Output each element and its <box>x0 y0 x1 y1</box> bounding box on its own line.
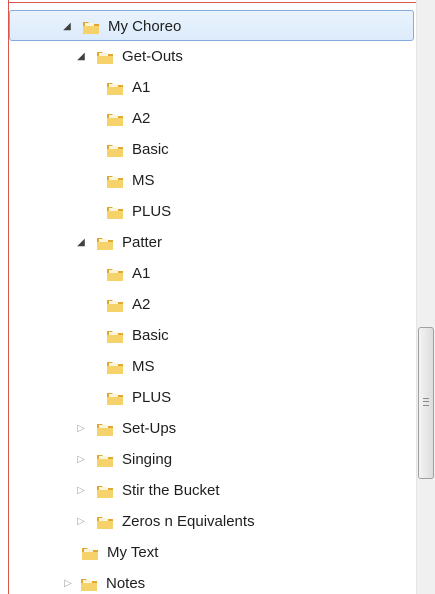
tree-item[interactable]: A2 <box>9 103 416 134</box>
folder-icon <box>95 481 115 501</box>
tree-item[interactable]: A1 <box>9 258 416 289</box>
folder-icon <box>95 450 115 470</box>
tree-item-label: MS <box>132 358 155 375</box>
folder-icon <box>95 512 115 532</box>
tree-item-label: PLUS <box>132 203 172 220</box>
tree-item[interactable]: A2 <box>9 289 416 320</box>
vertical-scrollbar[interactable] <box>416 0 435 594</box>
tree-item-label: Notes <box>106 575 146 592</box>
tree-item-label: MS <box>132 172 155 189</box>
tree-item[interactable]: ▷ Zeros n Equivalents <box>9 506 416 537</box>
tree-item-label: Set-Ups <box>122 420 177 437</box>
tree-item[interactable]: ▷ Singing <box>9 444 416 475</box>
folder-icon <box>105 388 125 408</box>
folder-icon <box>105 264 125 284</box>
tree-item-label: Patter <box>122 234 163 251</box>
tree-item-label: A1 <box>132 79 151 96</box>
expanded-triangle-icon[interactable]: ◢ <box>75 51 87 63</box>
tree-item-label: Singing <box>122 451 173 468</box>
folder-icon <box>105 109 125 129</box>
folder-icon <box>105 171 125 191</box>
folder-icon <box>105 295 125 315</box>
collapsed-triangle-icon[interactable]: ▷ <box>75 516 87 528</box>
tree-item[interactable]: ◢ Get-Outs <box>9 41 416 72</box>
tree-item[interactable]: Basic <box>9 134 416 165</box>
scrollbar-thumb[interactable] <box>418 327 434 479</box>
folder-tree: ◢ My Choreo ◢ Get-Outs A1 A2 Basic MS PLUS ◢ Patte… <box>9 10 416 594</box>
folder-icon <box>95 47 115 67</box>
tree-item[interactable]: My Text <box>9 537 416 568</box>
tree-item-label: Get-Outs <box>122 48 183 65</box>
folder-icon <box>79 574 99 594</box>
folder-icon <box>105 202 125 222</box>
expanded-triangle-icon[interactable]: ◢ <box>61 21 73 33</box>
folder-icon <box>105 78 125 98</box>
tree-item-label: A2 <box>132 296 151 313</box>
folder-icon <box>105 326 125 346</box>
folder-icon <box>105 140 125 160</box>
tree-item-label: Zeros n Equivalents <box>122 513 255 530</box>
collapsed-triangle-icon[interactable]: ▷ <box>75 454 87 466</box>
tree-item[interactable]: MS <box>9 351 416 382</box>
expanded-triangle-icon[interactable]: ◢ <box>75 237 87 249</box>
folder-icon <box>95 419 115 439</box>
tree-item[interactable]: PLUS <box>9 382 416 413</box>
tree-item[interactable]: PLUS <box>9 196 416 227</box>
window-border <box>8 2 435 3</box>
tree-item-label: Basic <box>132 327 169 344</box>
tree-item[interactable]: A1 <box>9 72 416 103</box>
tree-item-label: A2 <box>132 110 151 127</box>
collapsed-triangle-icon[interactable]: ▷ <box>75 423 87 435</box>
folder-icon <box>95 233 115 253</box>
collapsed-triangle-icon[interactable]: ▷ <box>62 578 74 590</box>
tree-item[interactable]: ◢ Patter <box>9 227 416 258</box>
tree-item[interactable]: MS <box>9 165 416 196</box>
scrollbar-grip-icon <box>423 398 429 406</box>
tree-item-label: Stir the Bucket <box>122 482 220 499</box>
tree-item[interactable]: Basic <box>9 320 416 351</box>
tree-item-label: Basic <box>132 141 169 158</box>
tree-item-label: My Text <box>107 544 159 561</box>
folder-icon <box>80 543 100 563</box>
tree-item-label: PLUS <box>132 389 172 406</box>
tree-item[interactable]: ▷ Notes <box>9 568 416 594</box>
tree-item[interactable]: ▷ Set-Ups <box>9 413 416 444</box>
folder-icon <box>81 17 101 37</box>
tree-item[interactable]: ◢ My Choreo <box>9 10 414 41</box>
tree-item[interactable]: ▷ Stir the Bucket <box>9 475 416 506</box>
tree-item-label: A1 <box>132 265 151 282</box>
folder-icon <box>105 357 125 377</box>
folder-tree-pane: ◢ My Choreo ◢ Get-Outs A1 A2 Basic MS PLUS ◢ Patte… <box>0 0 435 594</box>
tree-item-label: My Choreo <box>108 18 182 35</box>
collapsed-triangle-icon[interactable]: ▷ <box>75 485 87 497</box>
